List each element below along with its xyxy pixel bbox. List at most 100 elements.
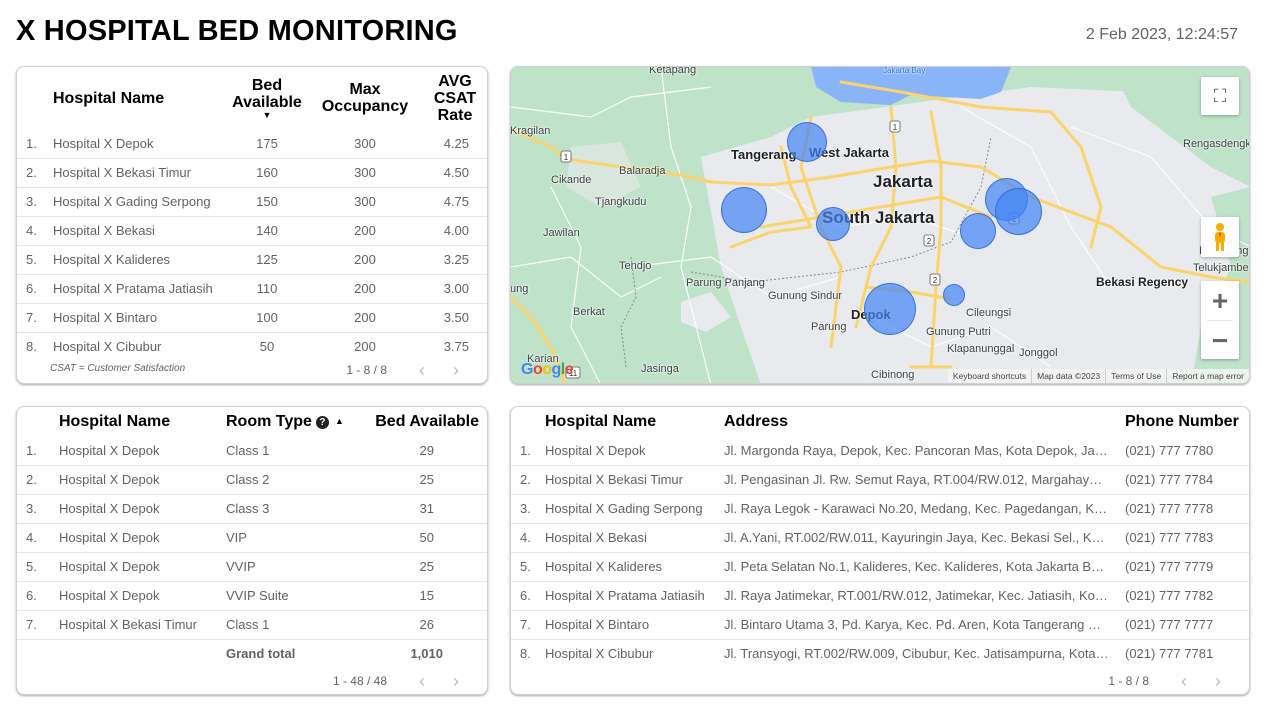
table-row[interactable]: 1. Hospital X Depok 175 300 4.25: [17, 129, 487, 159]
bed-available-cell: 29: [366, 436, 487, 466]
phone-number-cell: (021) 777 7779: [1125, 552, 1249, 582]
header-line: Available: [232, 93, 302, 111]
column-header-bed-available[interactable]: Bed Available: [366, 407, 487, 436]
room-type-table: Hospital Name Room Type? ▲ Bed Available …: [16, 406, 488, 695]
phone-number-cell: (021) 777 7783: [1125, 523, 1249, 553]
column-header-hospital-name[interactable]: Hospital Name: [545, 407, 724, 436]
max-occupancy-cell: 300: [309, 187, 421, 217]
sort-ascending-icon: ▲: [334, 416, 344, 426]
pagination: 1 - 8 / 8 ‹ ›: [346, 361, 473, 379]
pegman-icon: [1215, 223, 1225, 251]
terms-of-use-link[interactable]: Terms of Use: [1105, 369, 1166, 383]
next-page-button[interactable]: ›: [1201, 672, 1235, 690]
logo-letter: g: [551, 361, 562, 378]
map-bubble-gading-serpong[interactable]: [721, 187, 767, 233]
csat-rate-cell: 4.75: [421, 187, 487, 217]
map-bubble-kalideres[interactable]: [787, 122, 827, 162]
csat-rate-cell: 4.50: [421, 158, 487, 188]
table-row[interactable]: 1. Hospital X Depok Class 1 29: [17, 436, 487, 466]
row-index: 4.: [511, 523, 545, 553]
table-row[interactable]: 6. Hospital X Depok VVIP Suite 15: [17, 581, 487, 611]
index-header: [511, 407, 545, 436]
street-view-pegman-button[interactable]: [1201, 217, 1239, 257]
table-row[interactable]: 2. Hospital X Depok Class 2 25: [17, 465, 487, 495]
csat-rate-cell: 3.25: [421, 245, 487, 275]
row-index: 5.: [511, 552, 545, 582]
table-row[interactable]: 4. Hospital X Bekasi 140 200 4.00: [17, 216, 487, 246]
keyboard-shortcuts-link[interactable]: Keyboard shortcuts: [948, 369, 1031, 383]
map-zoom-control: + −: [1201, 281, 1239, 359]
next-page-button[interactable]: ›: [439, 361, 473, 379]
map-bubble-pratama-jatiasih[interactable]: [960, 213, 996, 249]
table-row[interactable]: 4. Hospital X Depok VIP 50: [17, 523, 487, 553]
pagination-label: 1 - 8 / 8: [346, 363, 387, 377]
column-header-hospital-name[interactable]: Hospital Name: [59, 407, 226, 436]
map-label-jasinga: Jasinga: [641, 363, 679, 375]
hospital-name-cell: Hospital X Pratama Jatiasih: [545, 581, 724, 611]
hospital-name-cell: Hospital X Pratama Jatiasih: [53, 274, 225, 304]
table-row[interactable]: 1. Hospital X Depok Jl. Margonda Raya, Dep…: [511, 436, 1249, 466]
table-row[interactable]: 5. Hospital X Kalideres Jl. Peta Selatan N…: [511, 552, 1249, 582]
column-header-bed-available[interactable]: Bed Available ▼: [225, 67, 309, 129]
room-type-cell: VIP: [226, 523, 366, 553]
table-row[interactable]: 6. Hospital X Pratama Jatiasih Jl. Raya Ja…: [511, 581, 1249, 611]
table-row[interactable]: 3. Hospital X Depok Class 3 31: [17, 494, 487, 524]
map-attribution: Keyboard shortcuts Map data ©2023 Terms …: [947, 369, 1249, 383]
csat-rate-cell: 3.50: [421, 303, 487, 333]
bed-available-cell: 125: [225, 245, 309, 275]
map-bubble-bekasi[interactable]: [995, 188, 1042, 235]
help-icon[interactable]: ?: [315, 416, 329, 429]
hospital-name-cell: Hospital X Depok: [53, 129, 225, 159]
table-row[interactable]: 8. Hospital X Cibubur Jl. Transyogi, RT.00…: [511, 639, 1249, 668]
column-header-phone-number[interactable]: Phone Number: [1125, 407, 1249, 436]
table-row[interactable]: 5. Hospital X Depok VVIP 25: [17, 552, 487, 582]
header-line: Max: [349, 81, 381, 98]
table-row[interactable]: 2. Hospital X Bekasi Timur 160 300 4.50: [17, 158, 487, 188]
table-row[interactable]: 5. Hospital X Kalideres 125 200 3.25: [17, 245, 487, 275]
table-row[interactable]: 4. Hospital X Bekasi Jl. A.Yani, RT.002/RW…: [511, 523, 1249, 553]
map-label-tangerang: Tangerang: [731, 147, 797, 162]
csat-rate-cell: 4.00: [421, 216, 487, 246]
map-label-kragilan: Kragilan: [510, 125, 551, 137]
map-bubble-depok[interactable]: [864, 283, 916, 335]
row-index: 5.: [17, 552, 59, 582]
hospital-bubble-map[interactable]: 1112211 Ketapang Jakarta Bay Kragilan Ta…: [510, 66, 1250, 384]
highway-shield-number: 2: [933, 276, 938, 285]
previous-page-button[interactable]: ‹: [1167, 672, 1201, 690]
address-cell: Jl. Raya Legok - Karawaci No.20, Medang,…: [724, 494, 1125, 524]
previous-page-button[interactable]: ‹: [405, 672, 439, 690]
max-occupancy-cell: 300: [309, 129, 421, 159]
table-row[interactable]: 6. Hospital X Pratama Jatiasih 110 200 3.00: [17, 274, 487, 304]
fullscreen-button[interactable]: ⛶: [1201, 77, 1239, 115]
index-header: [17, 67, 53, 129]
zoom-in-button[interactable]: +: [1201, 281, 1239, 320]
hospital-name-cell: Hospital X Depok: [59, 581, 226, 611]
hospital-name-cell: Hospital X Bintaro: [545, 610, 724, 640]
row-index: 6.: [17, 274, 53, 304]
next-page-button[interactable]: ›: [439, 672, 473, 690]
table-row[interactable]: 7. Hospital X Bintaro Jl. Bintaro Utama 3,…: [511, 610, 1249, 640]
map-label-cibinong: Cibinong: [871, 369, 915, 381]
header-line: Bed: [251, 76, 283, 94]
column-header-address[interactable]: Address: [724, 407, 1125, 436]
previous-page-button[interactable]: ‹: [405, 361, 439, 379]
table-row[interactable]: 7. Hospital X Bekasi Timur Class 1 26: [17, 610, 487, 640]
table-row[interactable]: 7. Hospital X Bintaro 100 200 3.50: [17, 303, 487, 333]
report-map-error-link[interactable]: Report a map error: [1166, 369, 1249, 383]
map-bubble-cibubur[interactable]: [943, 284, 965, 306]
column-header-room-type[interactable]: Room Type? ▲: [226, 407, 366, 436]
address-cell: Jl. Raya Jatimekar, RT.001/RW.012, Jatim…: [724, 581, 1125, 611]
table-row[interactable]: 2. Hospital X Bekasi Timur Jl. Pengasinan …: [511, 465, 1249, 495]
table-row[interactable]: 3. Hospital X Gading Serpong Jl. Raya Lego…: [511, 494, 1249, 524]
column-header-avg-csat-rate[interactable]: AVG CSAT Rate: [421, 67, 487, 129]
row-index: 6.: [17, 581, 59, 611]
bed-available-cell: 25: [366, 552, 487, 582]
map-bubble-bintaro[interactable]: [816, 207, 850, 241]
zoom-out-button[interactable]: −: [1201, 321, 1239, 360]
column-header-hospital-name[interactable]: Hospital Name: [53, 67, 225, 129]
column-header-max-occupancy[interactable]: Max Occupancy: [309, 67, 421, 129]
table-row[interactable]: 3. Hospital X Gading Serpong 150 300 4.75: [17, 187, 487, 217]
hospital-name-cell: Hospital X Bekasi Timur: [545, 465, 724, 495]
map-label-parung: Parung: [811, 321, 847, 333]
map-label-parung-panjang: Parung Panjang: [686, 277, 765, 289]
